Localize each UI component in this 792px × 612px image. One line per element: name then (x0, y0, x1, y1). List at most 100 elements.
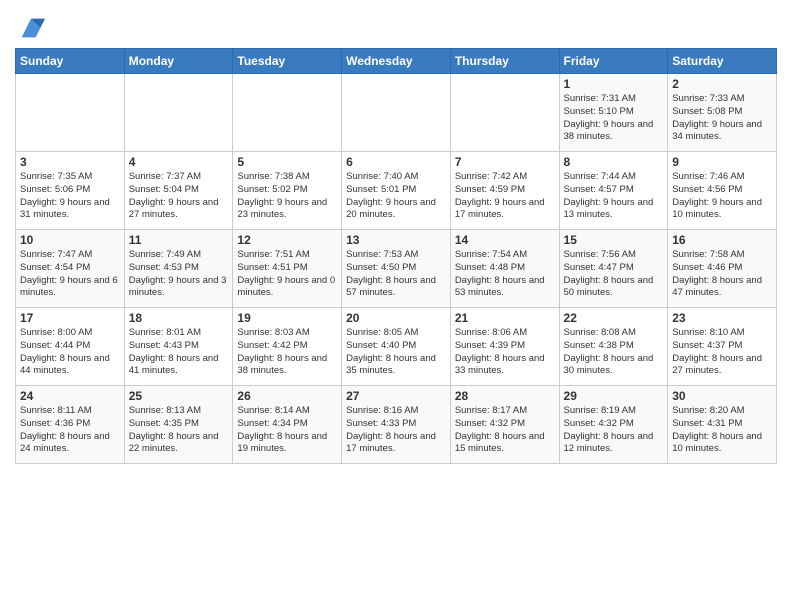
day-info: Sunrise: 7:40 AM Sunset: 5:01 PM Dayligh… (346, 171, 446, 222)
day-number: 15 (564, 233, 664, 247)
day-info: Sunrise: 7:51 AM Sunset: 4:51 PM Dayligh… (237, 249, 337, 300)
calendar-cell: 23 Sunrise: 8:10 AM Sunset: 4:37 PM Dayli… (668, 308, 777, 386)
day-info: Sunrise: 7:38 AM Sunset: 5:02 PM Dayligh… (237, 171, 337, 222)
day-info: Sunrise: 7:49 AM Sunset: 4:53 PM Dayligh… (129, 249, 229, 300)
day-number: 28 (455, 389, 555, 403)
day-info: Sunrise: 7:56 AM Sunset: 4:47 PM Dayligh… (564, 249, 664, 300)
calendar-cell: 5 Sunrise: 7:38 AM Sunset: 5:02 PM Daylig… (233, 152, 342, 230)
day-number: 13 (346, 233, 446, 247)
calendar-cell: 14 Sunrise: 7:54 AM Sunset: 4:48 PM Dayli… (450, 230, 559, 308)
day-info: Sunrise: 7:54 AM Sunset: 4:48 PM Dayligh… (455, 249, 555, 300)
calendar-cell: 24 Sunrise: 8:11 AM Sunset: 4:36 PM Dayli… (16, 386, 125, 464)
calendar-cell: 2 Sunrise: 7:33 AM Sunset: 5:08 PM Daylig… (668, 74, 777, 152)
day-number: 10 (20, 233, 120, 247)
weekday-header-sunday: Sunday (16, 49, 125, 74)
calendar-cell: 8Sunrise: 7:44 AM Sunset: 4:57 PM Daylig… (559, 152, 668, 230)
logo-icon (17, 14, 45, 42)
calendar-cell: 17Sunrise: 8:00 AM Sunset: 4:44 PM Dayli… (16, 308, 125, 386)
day-number: 1 (564, 77, 664, 91)
calendar-cell: 4 Sunrise: 7:37 AM Sunset: 5:04 PM Daylig… (124, 152, 233, 230)
day-number: 22 (564, 311, 664, 325)
day-info: Sunrise: 8:05 AM Sunset: 4:40 PM Dayligh… (346, 327, 446, 378)
calendar-cell: 30 Sunrise: 8:20 AM Sunset: 4:31 PM Dayli… (668, 386, 777, 464)
day-number: 26 (237, 389, 337, 403)
day-info: Sunrise: 7:31 AM Sunset: 5:10 PM Dayligh… (564, 93, 664, 144)
day-number: 14 (455, 233, 555, 247)
calendar-cell: 28 Sunrise: 8:17 AM Sunset: 4:32 PM Dayli… (450, 386, 559, 464)
day-info: Sunrise: 7:58 AM Sunset: 4:46 PM Dayligh… (672, 249, 772, 300)
calendar-cell: 20Sunrise: 8:05 AM Sunset: 4:40 PM Dayli… (342, 308, 451, 386)
day-number: 5 (237, 155, 337, 169)
day-number: 11 (129, 233, 229, 247)
calendar-cell (342, 74, 451, 152)
calendar-cell: 26 Sunrise: 8:14 AM Sunset: 4:34 PM Dayli… (233, 386, 342, 464)
calendar-week-2: 3 Sunrise: 7:35 AM Sunset: 5:06 PM Daylig… (16, 152, 777, 230)
day-number: 3 (20, 155, 120, 169)
day-number: 23 (672, 311, 772, 325)
calendar-cell: 22 Sunrise: 8:08 AM Sunset: 4:38 PM Dayli… (559, 308, 668, 386)
day-info: Sunrise: 7:37 AM Sunset: 5:04 PM Dayligh… (129, 171, 229, 222)
calendar-week-4: 17Sunrise: 8:00 AM Sunset: 4:44 PM Dayli… (16, 308, 777, 386)
weekday-header-thursday: Thursday (450, 49, 559, 74)
calendar-cell: 11 Sunrise: 7:49 AM Sunset: 4:53 PM Dayli… (124, 230, 233, 308)
weekday-header-wednesday: Wednesday (342, 49, 451, 74)
calendar-cell: 19 Sunrise: 8:03 AM Sunset: 4:42 PM Dayli… (233, 308, 342, 386)
calendar-cell (16, 74, 125, 152)
day-number: 18 (129, 311, 229, 325)
day-number: 19 (237, 311, 337, 325)
calendar-cell: 29 Sunrise: 8:19 AM Sunset: 4:32 PM Dayli… (559, 386, 668, 464)
logo (15, 14, 45, 42)
calendar-cell: 25 Sunrise: 8:13 AM Sunset: 4:35 PM Dayli… (124, 386, 233, 464)
day-info: Sunrise: 8:13 AM Sunset: 4:35 PM Dayligh… (129, 405, 229, 456)
calendar-cell: 7 Sunrise: 7:42 AM Sunset: 4:59 PM Daylig… (450, 152, 559, 230)
day-info: Sunrise: 7:46 AM Sunset: 4:56 PM Dayligh… (672, 171, 772, 222)
calendar-cell: 21Sunrise: 8:06 AM Sunset: 4:39 PM Dayli… (450, 308, 559, 386)
day-info: Sunrise: 7:42 AM Sunset: 4:59 PM Dayligh… (455, 171, 555, 222)
day-number: 2 (672, 77, 772, 91)
calendar-cell: 6Sunrise: 7:40 AM Sunset: 5:01 PM Daylig… (342, 152, 451, 230)
day-info: Sunrise: 8:10 AM Sunset: 4:37 PM Dayligh… (672, 327, 772, 378)
calendar-week-1: 1 Sunrise: 7:31 AM Sunset: 5:10 PM Daylig… (16, 74, 777, 152)
day-info: Sunrise: 8:01 AM Sunset: 4:43 PM Dayligh… (129, 327, 229, 378)
header (15, 10, 777, 42)
day-info: Sunrise: 7:33 AM Sunset: 5:08 PM Dayligh… (672, 93, 772, 144)
day-number: 16 (672, 233, 772, 247)
calendar-cell (450, 74, 559, 152)
calendar-cell (233, 74, 342, 152)
calendar-table: SundayMondayTuesdayWednesdayThursdayFrid… (15, 48, 777, 464)
day-number: 30 (672, 389, 772, 403)
day-info: Sunrise: 8:14 AM Sunset: 4:34 PM Dayligh… (237, 405, 337, 456)
day-info: Sunrise: 7:53 AM Sunset: 4:50 PM Dayligh… (346, 249, 446, 300)
weekday-header-row: SundayMondayTuesdayWednesdayThursdayFrid… (16, 49, 777, 74)
day-info: Sunrise: 8:20 AM Sunset: 4:31 PM Dayligh… (672, 405, 772, 456)
day-info: Sunrise: 8:00 AM Sunset: 4:44 PM Dayligh… (20, 327, 120, 378)
calendar-cell: 15 Sunrise: 7:56 AM Sunset: 4:47 PM Dayli… (559, 230, 668, 308)
day-info: Sunrise: 8:11 AM Sunset: 4:36 PM Dayligh… (20, 405, 120, 456)
calendar-cell: 18 Sunrise: 8:01 AM Sunset: 4:43 PM Dayli… (124, 308, 233, 386)
day-info: Sunrise: 8:17 AM Sunset: 4:32 PM Dayligh… (455, 405, 555, 456)
weekday-header-saturday: Saturday (668, 49, 777, 74)
calendar-week-5: 24 Sunrise: 8:11 AM Sunset: 4:36 PM Dayli… (16, 386, 777, 464)
day-number: 29 (564, 389, 664, 403)
day-info: Sunrise: 8:08 AM Sunset: 4:38 PM Dayligh… (564, 327, 664, 378)
day-info: Sunrise: 8:19 AM Sunset: 4:32 PM Dayligh… (564, 405, 664, 456)
calendar-cell: 16 Sunrise: 7:58 AM Sunset: 4:46 PM Dayli… (668, 230, 777, 308)
day-info: Sunrise: 7:47 AM Sunset: 4:54 PM Dayligh… (20, 249, 120, 300)
calendar-cell: 12 Sunrise: 7:51 AM Sunset: 4:51 PM Dayli… (233, 230, 342, 308)
calendar-cell: 13 Sunrise: 7:53 AM Sunset: 4:50 PM Dayli… (342, 230, 451, 308)
day-info: Sunrise: 8:16 AM Sunset: 4:33 PM Dayligh… (346, 405, 446, 456)
day-number: 25 (129, 389, 229, 403)
calendar-week-3: 10 Sunrise: 7:47 AM Sunset: 4:54 PM Dayli… (16, 230, 777, 308)
day-number: 24 (20, 389, 120, 403)
calendar-cell: 3 Sunrise: 7:35 AM Sunset: 5:06 PM Daylig… (16, 152, 125, 230)
day-number: 21 (455, 311, 555, 325)
calendar-cell: 9Sunrise: 7:46 AM Sunset: 4:56 PM Daylig… (668, 152, 777, 230)
day-info: Sunrise: 7:35 AM Sunset: 5:06 PM Dayligh… (20, 171, 120, 222)
calendar-cell: 27Sunrise: 8:16 AM Sunset: 4:33 PM Dayli… (342, 386, 451, 464)
calendar-cell: 10 Sunrise: 7:47 AM Sunset: 4:54 PM Dayli… (16, 230, 125, 308)
calendar-cell (124, 74, 233, 152)
day-number: 4 (129, 155, 229, 169)
day-number: 12 (237, 233, 337, 247)
day-number: 7 (455, 155, 555, 169)
day-info: Sunrise: 8:03 AM Sunset: 4:42 PM Dayligh… (237, 327, 337, 378)
